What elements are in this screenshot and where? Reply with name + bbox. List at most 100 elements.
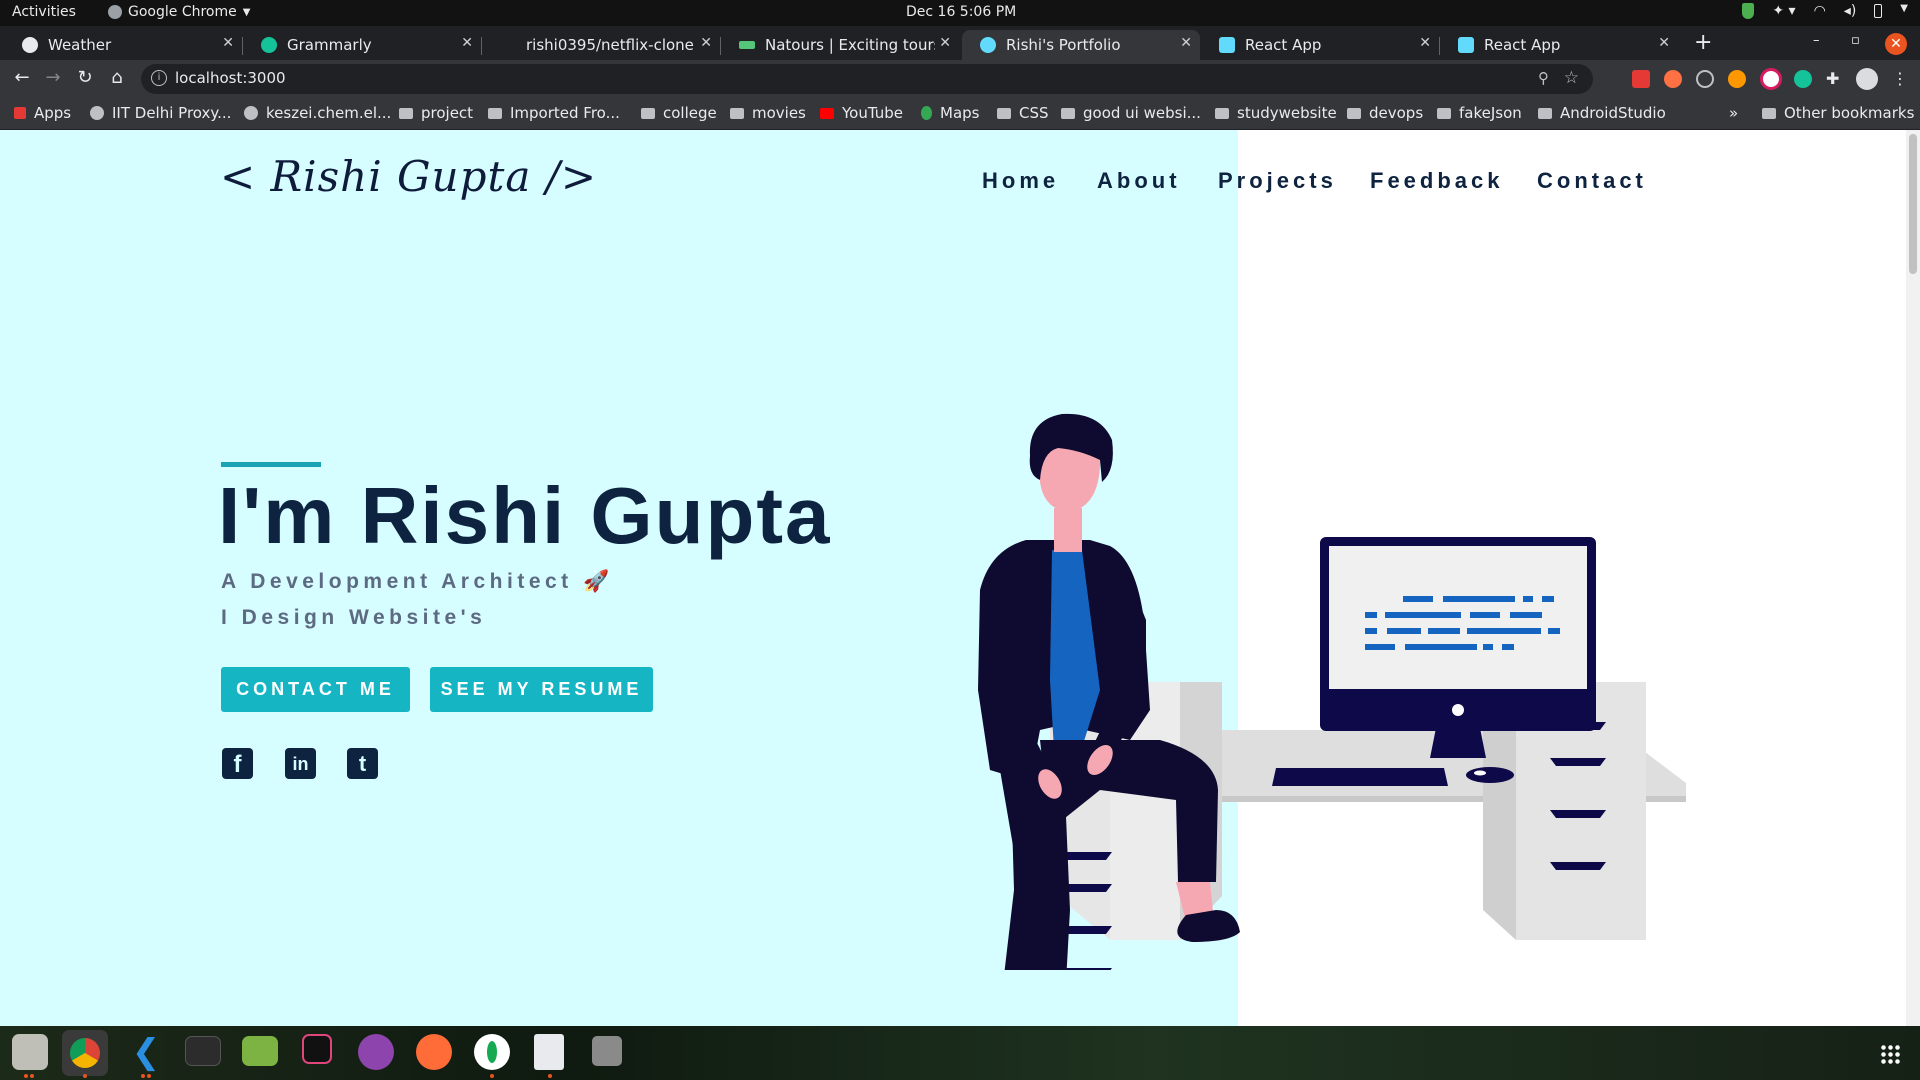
bookmark-maps[interactable]: Maps: [921, 104, 979, 122]
chrome-icon[interactable]: [62, 1030, 108, 1076]
intellij-icon[interactable]: [302, 1034, 332, 1064]
disk-icon[interactable]: [592, 1036, 622, 1066]
tab-weather[interactable]: Weather ✕: [4, 30, 243, 60]
system-tray[interactable]: ✦ ▾ ◠ ◂) ▼: [1742, 3, 1908, 19]
image-viewer-icon[interactable]: [242, 1036, 278, 1066]
bookmark-movies[interactable]: movies: [730, 104, 806, 122]
drawer-handle: [1550, 862, 1606, 870]
back-button[interactable]: ←: [10, 66, 34, 90]
vscode-icon[interactable]: ❮: [128, 1034, 164, 1070]
extension-icon-4[interactable]: [1728, 70, 1746, 88]
grammarly-extension-icon[interactable]: [1794, 70, 1812, 88]
code-line: [1365, 644, 1395, 650]
bookmark-label: movies: [752, 104, 806, 122]
reload-button[interactable]: ↻: [73, 66, 97, 90]
chevron-down-icon: ▼: [242, 6, 251, 18]
twitter-icon[interactable]: t: [347, 748, 378, 779]
linkedin-icon[interactable]: in: [285, 748, 316, 779]
bookmarks-bar: Apps IIT Delhi Proxy... keszei.chem.el..…: [0, 97, 1920, 130]
keyboard: [1272, 768, 1448, 786]
tab-react-app-2[interactable]: React App ✕: [1440, 30, 1678, 60]
terminal-icon[interactable]: [185, 1036, 221, 1066]
tab-natours[interactable]: Natours | Exciting tours fo ✕: [721, 30, 959, 60]
folder-icon: [1437, 107, 1451, 119]
code-line: [1470, 612, 1500, 618]
tab-rishis-portfolio[interactable]: Rishi's Portfolio ✕: [962, 30, 1200, 60]
close-tab-icon[interactable]: ✕: [939, 35, 951, 51]
bookmark-devops[interactable]: devops: [1347, 104, 1423, 122]
page-scrollbar[interactable]: [1906, 130, 1920, 1026]
close-tab-icon[interactable]: ✕: [222, 35, 234, 51]
files-icon[interactable]: [12, 1034, 48, 1070]
bookmark-project[interactable]: project: [399, 104, 473, 122]
bookmark-androidstudio[interactable]: AndroidStudio: [1538, 104, 1666, 122]
close-tab-icon[interactable]: ✕: [1180, 35, 1192, 51]
github-favicon-icon: [500, 37, 516, 53]
github-desktop-icon[interactable]: [358, 1034, 394, 1070]
tab-strip: Weather ✕ Grammarly ✕ rishi0395/netflix-…: [0, 26, 1920, 60]
address-bar[interactable]: i localhost:3000 ⚲ ☆: [141, 64, 1593, 94]
tab-react-app-1[interactable]: React App ✕: [1201, 30, 1440, 60]
close-tab-icon[interactable]: ✕: [700, 35, 712, 51]
site-logo[interactable]: < Rishi Gupta />: [220, 152, 597, 201]
close-tab-icon[interactable]: ✕: [461, 35, 473, 51]
close-tab-icon[interactable]: ✕: [1658, 35, 1670, 51]
bookmark-youtube[interactable]: YouTube: [820, 104, 903, 122]
bookmark-fakejson[interactable]: fakeJson: [1437, 104, 1522, 122]
profile-avatar[interactable]: [1856, 68, 1878, 90]
bookmarks-overflow-button[interactable]: »: [1729, 104, 1738, 122]
extension-icon-1[interactable]: [1632, 70, 1650, 88]
folder-icon: [641, 107, 655, 119]
bookmark-apps[interactable]: Apps: [14, 104, 71, 122]
nav-projects[interactable]: Projects: [1218, 168, 1337, 194]
tab-github-netflix-clone[interactable]: rishi0395/netflix-clone ✕: [482, 30, 721, 60]
minimize-window-button[interactable]: –: [1813, 33, 1820, 48]
postman-icon[interactable]: [416, 1034, 452, 1070]
clock[interactable]: Dec 16 5:06 PM: [906, 4, 1016, 20]
mongodb-compass-icon[interactable]: [474, 1034, 510, 1070]
close-window-button[interactable]: ✕: [1885, 33, 1907, 55]
hero-title: I'm Rishi Gupta: [218, 471, 832, 560]
bookmark-star-icon[interactable]: ☆: [1564, 68, 1579, 88]
show-applications-icon[interactable]: [1880, 1044, 1900, 1064]
other-bookmarks[interactable]: Other bookmarks: [1762, 104, 1914, 122]
nav-feedback[interactable]: Feedback: [1370, 168, 1504, 194]
close-tab-icon[interactable]: ✕: [1419, 35, 1431, 51]
zoom-icon[interactable]: ⚲: [1538, 69, 1549, 87]
extension-icon-3[interactable]: [1696, 70, 1714, 88]
bookmark-keszei[interactable]: keszei.chem.el...: [244, 104, 391, 122]
bookmark-label: Maps: [940, 104, 980, 122]
nav-home[interactable]: Home: [982, 168, 1059, 194]
home-button[interactable]: ⌂: [105, 66, 129, 90]
new-tab-button[interactable]: +: [1694, 30, 1712, 55]
forward-button[interactable]: →: [41, 66, 65, 90]
scrollbar-thumb[interactable]: [1909, 134, 1917, 274]
nav-about[interactable]: About: [1097, 168, 1181, 194]
extension-icon-5[interactable]: [1760, 68, 1782, 90]
site-info-icon[interactable]: i: [151, 70, 167, 86]
activities-button[interactable]: Activities: [12, 4, 76, 20]
see-resume-button[interactable]: SEE MY RESUME: [430, 667, 653, 712]
bookmark-label: »: [1729, 104, 1739, 122]
extension-icon-2[interactable]: [1664, 70, 1682, 88]
maximize-window-button[interactable]: ▫: [1851, 33, 1860, 48]
bookmark-college[interactable]: college: [641, 104, 717, 122]
browser-menu-icon[interactable]: ⋮: [1892, 70, 1910, 88]
code-line: [1365, 612, 1377, 618]
running-indicator: [141, 1074, 145, 1078]
app-menu[interactable]: Google Chrome ▼: [108, 4, 250, 20]
tab-title: React App: [1484, 36, 1561, 54]
bookmark-good-ui[interactable]: good ui websi...: [1061, 104, 1201, 122]
bookmark-studywebsite[interactable]: studywebsite: [1215, 104, 1337, 122]
bookmark-iit-delhi-proxy[interactable]: IIT Delhi Proxy...: [90, 104, 231, 122]
extensions-puzzle-icon[interactable]: ✚: [1826, 70, 1844, 88]
bookmark-css[interactable]: CSS: [997, 104, 1049, 122]
contact-me-button[interactable]: CONTACT ME: [221, 667, 410, 712]
tab-grammarly[interactable]: Grammarly ✕: [243, 30, 482, 60]
nav-contact[interactable]: Contact: [1537, 168, 1647, 194]
facebook-icon[interactable]: f: [222, 748, 253, 779]
folder-icon: [1347, 107, 1361, 119]
code-line: [1443, 596, 1515, 602]
text-editor-icon[interactable]: [534, 1034, 564, 1070]
bookmark-imported[interactable]: Imported Fro...: [488, 104, 620, 122]
